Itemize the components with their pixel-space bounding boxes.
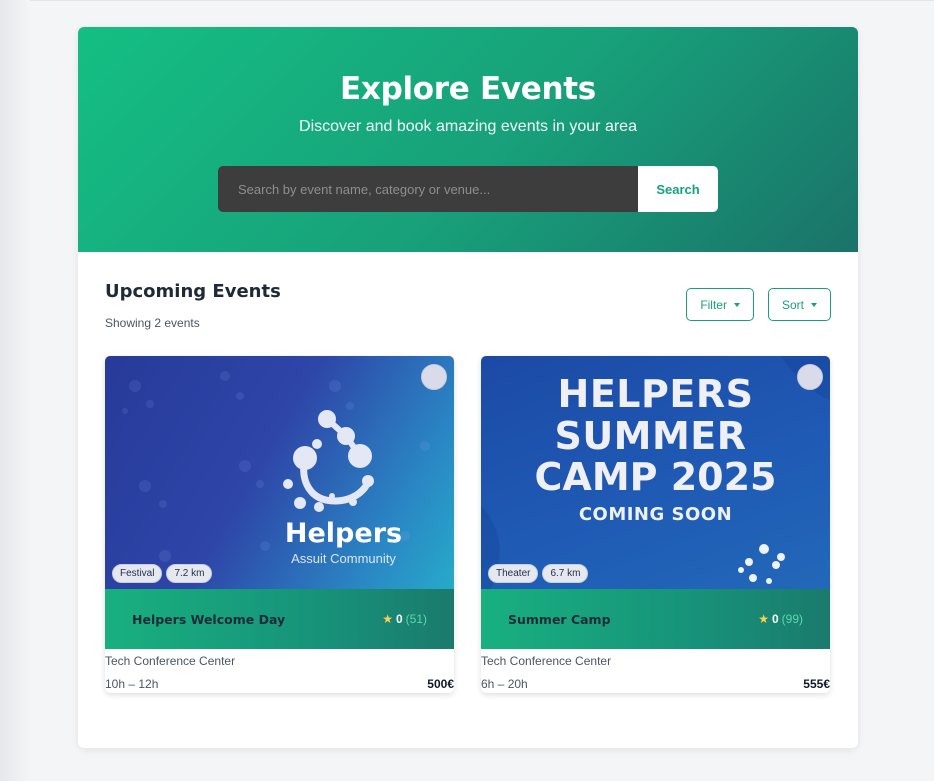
distance-badge: 6.7 km bbox=[542, 564, 589, 583]
image-headline-3: CAMP 2025 bbox=[534, 455, 777, 499]
image-headline-4: COMING SOON bbox=[578, 504, 733, 525]
event-image: Helpers Assuit Community Festival 7.2 km bbox=[105, 356, 454, 589]
event-time: 10h – 12h bbox=[105, 677, 159, 691]
events-section-header: Upcoming Events Showing 2 events bbox=[105, 281, 281, 330]
event-time: 6h – 20h bbox=[481, 677, 528, 691]
category-badge: Theater bbox=[488, 564, 539, 583]
rating-count: (99) bbox=[781, 612, 803, 626]
event-title: Summer Camp bbox=[508, 611, 611, 627]
page-title: Explore Events bbox=[340, 71, 596, 107]
search-bar: Search bbox=[218, 166, 718, 212]
event-image: HELPERS SUMMER CAMP 2025 COMING SOON The… bbox=[481, 356, 830, 589]
chevron-down-icon bbox=[811, 302, 817, 307]
image-headline-2: SUMMER bbox=[554, 414, 747, 458]
sort-button[interactable]: Sort bbox=[767, 288, 831, 321]
favorite-toggle[interactable] bbox=[421, 364, 447, 390]
star-icon: ★ bbox=[758, 612, 769, 626]
event-info: Tech Conference Center 6h – 20h 555€ bbox=[481, 649, 830, 693]
top-border bbox=[0, 0, 934, 1]
event-venue: Tech Conference Center bbox=[481, 654, 612, 668]
events-count: Showing 2 events bbox=[105, 316, 200, 330]
favorite-toggle[interactable] bbox=[797, 364, 823, 390]
rating-value: 0 bbox=[771, 612, 779, 626]
event-rating: ★ 0 (99) bbox=[758, 612, 803, 626]
search-button[interactable]: Search bbox=[638, 166, 718, 212]
event-title-band: Helpers Welcome Day ★ 0 (51) bbox=[105, 589, 454, 649]
star-icon: ★ bbox=[382, 612, 393, 626]
event-tags: Theater 6.7 km bbox=[488, 564, 589, 583]
rating-count: (51) bbox=[405, 612, 427, 626]
sort-label: Sort bbox=[781, 297, 804, 312]
search-input[interactable] bbox=[218, 166, 638, 212]
event-info: Tech Conference Center 10h – 12h 500€ bbox=[105, 649, 454, 693]
event-card[interactable]: Helpers Assuit Community Festival 7.2 km… bbox=[105, 356, 454, 693]
event-title-band: Summer Camp ★ 0 (99) bbox=[481, 589, 830, 649]
filter-label: Filter bbox=[700, 297, 727, 312]
rating-value: 0 bbox=[395, 612, 403, 626]
event-cards-grid: Helpers Assuit Community Festival 7.2 km… bbox=[105, 356, 830, 693]
events-page-card: Explore Events Discover and book amazing… bbox=[78, 27, 858, 748]
chevron-down-icon bbox=[733, 302, 740, 307]
event-price: 555€ bbox=[803, 677, 830, 691]
event-rating: ★ 0 (51) bbox=[382, 612, 427, 626]
filter-button[interactable]: Filter bbox=[686, 288, 754, 321]
page-subtitle: Discover and book amazing events in your… bbox=[299, 118, 637, 135]
event-price: 500€ bbox=[427, 677, 454, 691]
hero-banner: Explore Events Discover and book amazing… bbox=[78, 27, 858, 252]
event-venue: Tech Conference Center bbox=[105, 654, 236, 668]
image-brand-text: Helpers bbox=[284, 518, 403, 549]
category-badge: Festival bbox=[112, 564, 163, 583]
distance-badge: 7.2 km bbox=[166, 564, 213, 583]
left-edge-shadow bbox=[0, 0, 30, 781]
list-controls: Filter Sort bbox=[686, 288, 831, 321]
image-headline-1: HELPERS bbox=[557, 372, 754, 416]
section-title: Upcoming Events bbox=[105, 281, 281, 302]
event-title: Helpers Welcome Day bbox=[132, 611, 286, 627]
event-card[interactable]: HELPERS SUMMER CAMP 2025 COMING SOON The… bbox=[481, 356, 830, 693]
event-tags: Festival 7.2 km bbox=[112, 564, 213, 583]
